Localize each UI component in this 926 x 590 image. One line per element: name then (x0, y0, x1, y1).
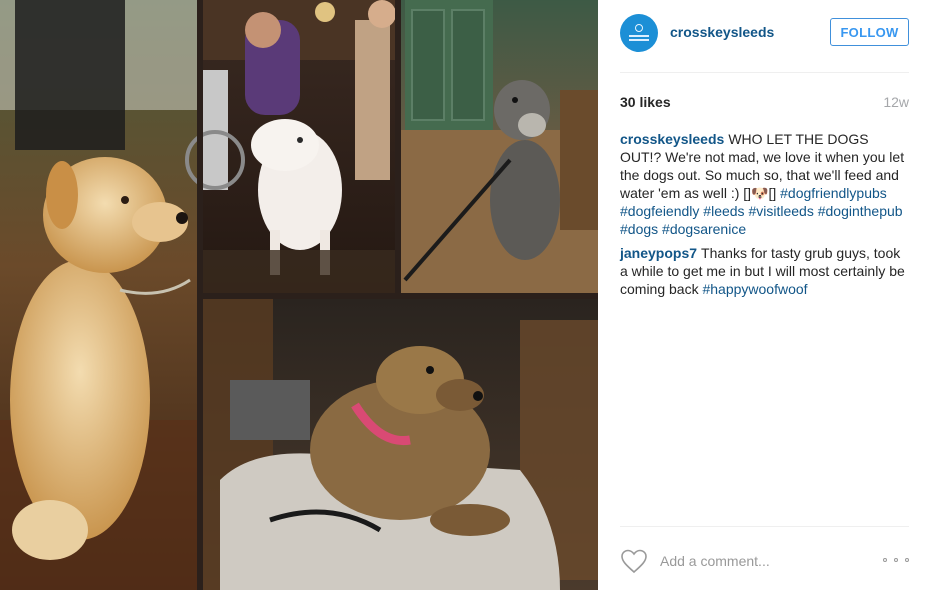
more-dot (905, 558, 909, 562)
logo-line (629, 35, 649, 37)
hashtag-link[interactable]: #dogs (620, 221, 658, 237)
photo-whippet (203, 299, 598, 590)
comment-reply: janeypops7 Thanks for tasty grub guys, to… (620, 244, 910, 298)
hashtag-link[interactable]: #leeds (703, 203, 744, 219)
more-dot (894, 558, 898, 562)
hashtag-link[interactable]: #visitleeds (748, 203, 813, 219)
post-sidebar: crosskeysleeds FOLLOW 30 likes 12w cross… (598, 0, 926, 590)
avatar[interactable] (620, 14, 658, 52)
hashtag-link[interactable]: #doginthepub (818, 203, 903, 219)
post-age[interactable]: 12w (883, 94, 909, 110)
photo-golden-retriever (0, 0, 197, 590)
comment-username[interactable]: janeypops7 (620, 245, 697, 261)
likes-count[interactable]: 30 likes (620, 94, 671, 110)
instagram-post: crosskeysleeds FOLLOW 30 likes 12w cross… (0, 0, 926, 590)
more-options-icon[interactable] (883, 550, 909, 570)
post-header: crosskeysleeds FOLLOW (620, 14, 909, 54)
post-photo-collage[interactable] (0, 0, 598, 590)
photo-schnauzer (401, 0, 598, 293)
comment-username[interactable]: crosskeysleeds (620, 131, 724, 147)
comments-list: crosskeysleeds WHO LET THE DOGS OUT!? We'… (620, 130, 910, 304)
post-author-username[interactable]: crosskeysleeds (670, 24, 774, 40)
hashtag-link[interactable]: #happywoofwoof (702, 281, 807, 297)
hashtag-link[interactable]: #dogfeiendly (620, 203, 699, 219)
add-comment-input[interactable] (660, 550, 880, 572)
hashtag-link[interactable]: #dogfriendlypubs (780, 185, 887, 201)
divider (620, 526, 909, 527)
photo-bull-terrier (185, 0, 396, 293)
logo-mark-icon (635, 24, 643, 32)
photo-collage-graphic (0, 0, 598, 590)
follow-button[interactable]: FOLLOW (830, 18, 909, 46)
more-dot (883, 558, 887, 562)
hashtag-link[interactable]: #dogsarenice (662, 221, 746, 237)
logo-line (629, 39, 649, 41)
heart-outline-icon[interactable] (620, 548, 648, 574)
post-footer (620, 528, 909, 590)
divider (620, 72, 909, 73)
comment-caption: crosskeysleeds WHO LET THE DOGS OUT!? We'… (620, 130, 910, 238)
